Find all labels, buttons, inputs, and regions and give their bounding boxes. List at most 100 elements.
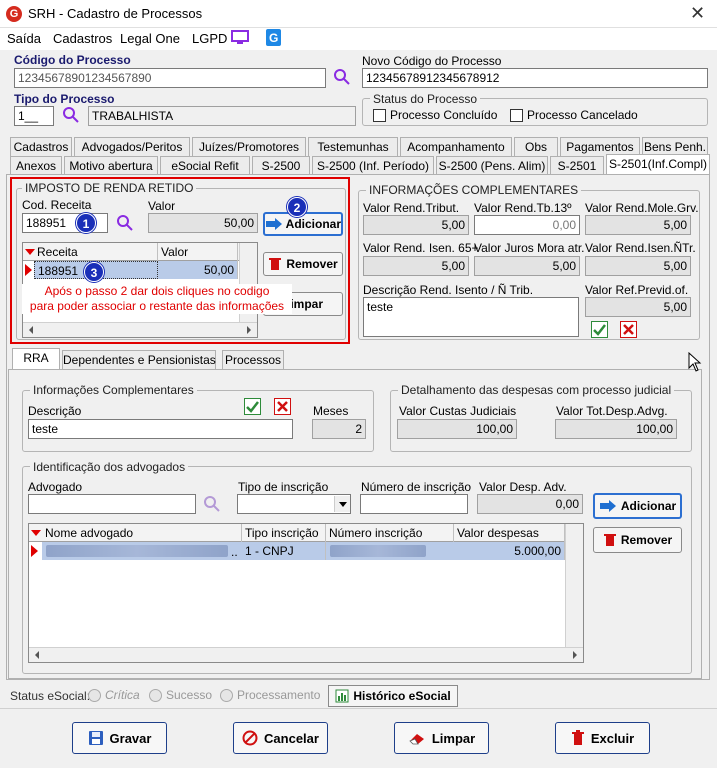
tab-anexos[interactable]: Anexos: [10, 156, 62, 175]
processo-cancelado-checkbox[interactable]: Processo Cancelado: [510, 108, 638, 122]
cod-receita-label: Cod. Receita: [22, 198, 92, 212]
app-logo: G: [6, 6, 22, 22]
checkbox-box[interactable]: [510, 108, 523, 122]
tab-cadastros[interactable]: Cadastros: [10, 137, 72, 156]
rend-tb13-label: Valor Rend.Tb.13º: [474, 201, 572, 215]
excluir-button[interactable]: Excluir: [555, 722, 650, 754]
svg-text:G: G: [269, 31, 278, 45]
processo-concluido-checkbox[interactable]: Processo Concluído: [373, 108, 497, 122]
novo-codigo-input[interactable]: 12345678912345678912: [362, 68, 708, 88]
menu-cadastros[interactable]: Cadastros: [53, 31, 112, 46]
rra-confirm-icon[interactable]: [244, 398, 261, 418]
subtab-rra[interactable]: RRA: [12, 348, 60, 369]
tab-juizes-promotores[interactable]: Juízes/Promotores: [192, 137, 306, 156]
menu-lgpd[interactable]: LGPD: [192, 31, 227, 46]
ir-grid-hscroll[interactable]: [23, 322, 257, 337]
tab-s2500-inf-periodo[interactable]: S-2500 (Inf. Período): [312, 156, 434, 175]
radio-button: [149, 688, 162, 702]
rend-tb13-input[interactable]: 0,00: [474, 215, 580, 235]
juros-mora-label: Valor Juros Mora atr.: [474, 241, 585, 255]
desp-adv-input: 0,00: [477, 494, 583, 514]
checkbox-box[interactable]: [373, 108, 386, 122]
receita-search-icon[interactable]: [116, 214, 134, 235]
ir-valor-input: 50,00: [148, 213, 258, 233]
limpar-button[interactable]: Limpar: [394, 722, 489, 754]
cancel-x-icon[interactable]: [620, 321, 637, 341]
menu-legal-one[interactable]: Legal One: [120, 31, 180, 46]
app-shortcut-icon[interactable]: G: [266, 29, 281, 46]
rend-tribut-label: Valor Rend.Tribut.: [363, 201, 460, 215]
tab-testemunhas[interactable]: Testemunhas: [308, 137, 398, 156]
tab-s2500[interactable]: S-2500: [252, 156, 310, 175]
confirm-check-icon[interactable]: [591, 321, 608, 341]
ir-grid-cell-valor[interactable]: 50,00: [158, 261, 238, 279]
adv-grid-col-tipo[interactable]: Tipo inscrição: [242, 524, 326, 542]
monitor-icon[interactable]: [231, 30, 249, 49]
ir-grid-col-valor[interactable]: Valor: [158, 243, 238, 261]
tab-s2501-inf-compl[interactable]: S-2501(Inf.Compl): [606, 154, 710, 175]
adv-grid-cell-tipo[interactable]: 1 - CNPJ: [242, 542, 326, 560]
tab-s2500-pens-alim[interactable]: S-2500 (Pens. Alim): [436, 156, 548, 175]
step-marker-2: 2: [287, 197, 307, 217]
desc-rend-textarea[interactable]: teste: [363, 297, 579, 337]
tab-advogados-peritos[interactable]: Advogados/Peritos: [74, 137, 190, 156]
adv-grid-col-numero[interactable]: Número inscrição: [326, 524, 454, 542]
arrow-right-icon: [599, 500, 616, 512]
adv-grid-col-valor[interactable]: Valor despesas: [454, 524, 565, 542]
subtab-dependentes[interactable]: Dependentes e Pensionistas: [62, 350, 216, 369]
processo-cancelado-label: Processo Cancelado: [527, 108, 638, 122]
ref-previd-input: 5,00: [585, 297, 691, 317]
numero-inscricao-input[interactable]: [360, 494, 468, 514]
adv-grid-cell-valor[interactable]: 5.000,00: [454, 542, 565, 560]
chevron-down-icon[interactable]: [334, 496, 350, 512]
tab-acompanhamento[interactable]: Acompanhamento: [400, 137, 512, 156]
codigo-processo-input[interactable]: 12345678901234567890: [14, 68, 326, 88]
advogado-label: Advogado: [28, 480, 83, 494]
advogado-input[interactable]: [28, 494, 196, 514]
rra-desc-label: Descrição: [28, 404, 82, 418]
close-icon[interactable]: ✕: [690, 3, 705, 24]
advogados-grid-hscroll[interactable]: [29, 647, 583, 662]
tipo-search-icon[interactable]: [62, 106, 80, 127]
radio-processamento: Processamento: [220, 688, 320, 702]
tab-obs[interactable]: Obs: [514, 137, 558, 156]
tipo-processo-label: Tipo do Processo: [14, 92, 115, 106]
rra-cancel-icon[interactable]: [274, 398, 291, 418]
custas-label: Valor Custas Judiciais: [399, 404, 517, 418]
rra-desc-input[interactable]: teste: [28, 419, 293, 439]
tab-s2501[interactable]: S-2501: [550, 156, 604, 175]
gravar-button[interactable]: Gravar: [72, 722, 167, 754]
menu-saida[interactable]: Saída: [7, 31, 41, 46]
subtab-processos[interactable]: Processos: [222, 350, 284, 369]
gravar-label: Gravar: [109, 730, 152, 746]
historico-esocial-button[interactable]: Histórico eSocial: [328, 685, 458, 707]
advogados-grid-vscroll[interactable]: [565, 524, 583, 647]
processo-concluido-label: Processo Concluído: [390, 108, 498, 122]
search-icon[interactable]: [333, 68, 351, 89]
radio-button: [88, 688, 101, 702]
cancelar-button[interactable]: Cancelar: [233, 722, 328, 754]
tab-esocial-refit[interactable]: eSocial Refit: [160, 156, 250, 175]
trash-icon: [603, 534, 616, 546]
adv-add-label: Adicionar: [620, 499, 677, 513]
desc-rend-label: Descrição Rend. Isento / Ñ Trib.: [363, 283, 534, 297]
radio-sucesso-label: Sucesso: [166, 688, 213, 702]
rend-isen-ntr-label: Valor Rend.Isen.ÑTr.: [585, 241, 696, 255]
tipo-processo-code-input[interactable]: 1__: [14, 106, 54, 126]
redacted-name: [46, 545, 228, 557]
adv-remove-button[interactable]: Remover: [593, 527, 682, 553]
instruction-annotation: Após o passo 2 dar dois cliques no codig…: [22, 284, 292, 314]
instruction-line-2: para poder associar o restante das infor…: [29, 299, 285, 313]
ir-remove-button[interactable]: Remover: [263, 252, 343, 276]
trash-icon: [571, 730, 584, 745]
excluir-label: Excluir: [590, 730, 635, 746]
ir-grid-col-receita[interactable]: Receita: [34, 243, 158, 261]
adv-add-button[interactable]: Adicionar: [593, 493, 682, 519]
rend-isen65-input: 5,00: [363, 256, 469, 276]
ir-add-button[interactable]: Adicionar: [263, 212, 343, 236]
advogado-search-icon[interactable]: [203, 495, 221, 516]
limpar-label: Limpar: [431, 730, 476, 746]
tab-motivo-abertura[interactable]: Motivo abertura: [64, 156, 158, 175]
adv-grid-col-nome[interactable]: Nome advogado: [42, 524, 242, 542]
redacted-number: [330, 545, 426, 557]
